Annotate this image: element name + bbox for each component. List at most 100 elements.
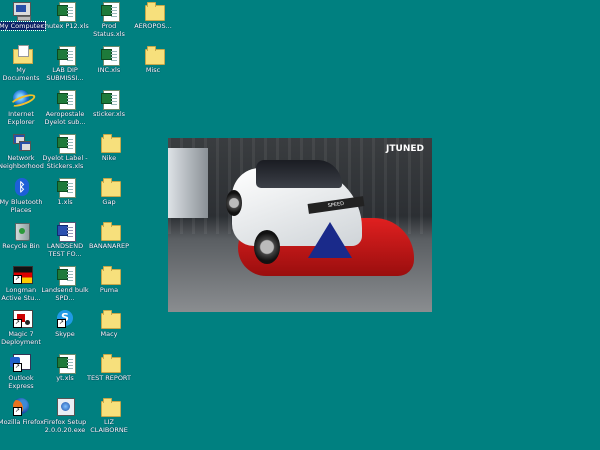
car-windshield	[256, 160, 342, 188]
folder-icon	[101, 134, 121, 153]
desktop-icon[interactable]: ↗ Mozilla Firefox	[0, 398, 44, 426]
desktop-icon[interactable]: INC.xls	[88, 46, 132, 74]
folder-icon	[101, 266, 121, 285]
wallpaper-logo: JTUNED	[386, 144, 424, 154]
desktop-icon-label: Gap	[102, 198, 116, 206]
desktop-icon[interactable]: Prod Status.xls	[88, 2, 132, 38]
folder-icon	[101, 178, 121, 197]
desktop-icon-label: Magic 7 Deployment	[1, 330, 41, 346]
desktop-icon[interactable]: Recycle Bin	[0, 222, 44, 250]
desktop-icon-label: TEST REPORT	[87, 374, 131, 382]
desktop-icon-label: Misc	[145, 66, 161, 74]
car-rear-wheel	[226, 190, 242, 216]
desktop-icon-label: Recycle Bin	[2, 242, 40, 250]
excel-file-icon	[101, 46, 120, 66]
desktop-icon[interactable]: S ↗ Skype	[44, 310, 88, 338]
desktop-icon-label: Nike	[101, 154, 117, 162]
recycle-bin-icon	[13, 222, 31, 241]
outlook-express-icon: ↗	[10, 354, 31, 372]
desktop-icon[interactable]: ᛒ My Bluetooth Places	[0, 178, 44, 214]
folder-icon	[101, 398, 121, 417]
desktop-icon-label: BANANAREP	[88, 242, 130, 250]
skype-icon: S ↗	[57, 310, 75, 328]
excel-file-icon	[57, 46, 76, 66]
shortcut-arrow-icon: ↗	[13, 363, 22, 372]
desktop-icon-label: My Documents	[2, 66, 40, 82]
car-star-decal	[308, 222, 352, 258]
desktop-icon[interactable]: LIZ CLAIBORNE	[88, 398, 132, 434]
desktop-icon-label: Puma	[99, 286, 119, 294]
desktop-icon[interactable]: Internet Explorer	[0, 90, 44, 126]
excel-file-icon	[101, 90, 120, 110]
desktop-icon[interactable]: My Documents	[0, 45, 44, 82]
excel-file-icon	[57, 134, 76, 154]
desktop-icon-label: sticker.xls	[92, 110, 126, 118]
wallpaper-image: SPEED JTUNED	[168, 138, 432, 312]
word-file-icon	[57, 222, 76, 242]
network-neighborhood-icon	[13, 134, 31, 152]
desktop-icon[interactable]: My Computer	[0, 2, 46, 31]
desktop-icon-label: yt.xls	[56, 374, 74, 382]
desktop-icon[interactable]: Gap	[88, 178, 132, 206]
desktop-icon[interactable]: Puma	[88, 266, 132, 294]
excel-file-icon	[57, 266, 76, 286]
desktop-icon[interactable]: Network Neighborhood	[0, 134, 44, 170]
desktop-icon-label: Landsend bulk SPD...	[41, 286, 89, 302]
desktop-icon[interactable]: Misc	[132, 46, 176, 74]
desktop-icon-label: LANDSEND TEST FO...	[46, 242, 84, 258]
folder-icon	[145, 46, 165, 65]
desktop-icon-label: My Computer	[0, 21, 46, 31]
desktop-icon-label: Network Neighborhood	[0, 154, 44, 170]
desktop-icon[interactable]: Dyelot Label - Stickers.xls	[42, 134, 88, 170]
excel-file-icon	[101, 2, 120, 22]
computer-icon	[13, 2, 31, 21]
desktop-icon[interactable]: sticker.xls	[88, 90, 132, 118]
desktop-icon-label: Mozilla Firefox	[0, 418, 44, 426]
folder-icon	[101, 222, 121, 241]
desktop-icon[interactable]: BANANAREP	[88, 222, 132, 250]
desktop-icon-label: My Bluetooth Places	[0, 198, 43, 214]
desktop-icon-label: 1.xls	[57, 198, 73, 206]
desktop-icon[interactable]: yt.xls	[44, 354, 88, 382]
desktop-icon[interactable]: LAB DIP SUBMISSI...	[44, 46, 88, 82]
excel-file-icon	[57, 2, 76, 22]
desktop-icon-label: LIZ CLAIBORNE	[90, 418, 128, 434]
shortcut-arrow-icon: ↗	[57, 319, 66, 328]
desktop-icon-label: Longman Active Stu...	[1, 286, 41, 302]
desktop-icon-label: Macy	[100, 330, 118, 338]
desktop-icon[interactable]: Firefox Setup 2.0.0.20.exe	[44, 398, 88, 434]
desktop-icon-label: Skype	[55, 330, 75, 338]
firefox-icon: ↗	[13, 398, 31, 416]
excel-file-icon	[57, 354, 76, 374]
desktop-icon-label: LAB DIP SUBMISSI...	[46, 66, 84, 82]
desktop-icon[interactable]: Landsend bulk SPD...	[41, 266, 89, 302]
wallpaper-logo-text: JTUNED	[386, 144, 424, 154]
desktop-icon-label: Outlook Express	[8, 374, 34, 390]
folder-icon	[101, 354, 121, 373]
desktop-icon[interactable]: Aeropostale Dyelot sub...	[44, 90, 88, 126]
magic-app-icon: ↗	[13, 310, 33, 328]
desktop-icon-label: Aeropostale Dyelot sub...	[44, 110, 86, 126]
desktop-icon[interactable]: 1.xls	[44, 178, 88, 206]
desktop-icon-label: AEROPOS...	[134, 22, 172, 30]
desktop-icon-label: chutex P12.xls	[41, 22, 89, 30]
desktop-icon-label: INC.xls	[97, 66, 121, 74]
car-front-wheel	[254, 230, 280, 264]
garage-window	[168, 148, 208, 218]
excel-file-icon	[57, 178, 76, 198]
desktop-icon[interactable]: LANDSEND TEST FO...	[44, 222, 88, 258]
desktop-icon[interactable]: AEROPOS...	[132, 2, 176, 30]
desktop-icon[interactable]: ↗ Outlook Express	[0, 354, 44, 390]
desktop-icon[interactable]: chutex P12.xls	[41, 2, 89, 30]
desktop-icon[interactable]: TEST REPORT	[87, 354, 132, 382]
shortcut-arrow-icon: ↗	[13, 319, 22, 328]
desktop-icon-label: Internet Explorer	[7, 110, 35, 126]
desktop-icon[interactable]: ↗ Longman Active Stu...	[0, 266, 44, 302]
desktop-icon[interactable]: Nike	[88, 134, 132, 162]
setup-exe-icon	[57, 398, 75, 416]
shortcut-arrow-icon: ↗	[13, 275, 22, 284]
desktop-icon[interactable]: ↗ Magic 7 Deployment	[0, 310, 44, 346]
internet-explorer-icon	[13, 90, 31, 108]
longman-app-icon: ↗	[13, 266, 33, 284]
desktop-icon[interactable]: Macy	[88, 310, 132, 338]
